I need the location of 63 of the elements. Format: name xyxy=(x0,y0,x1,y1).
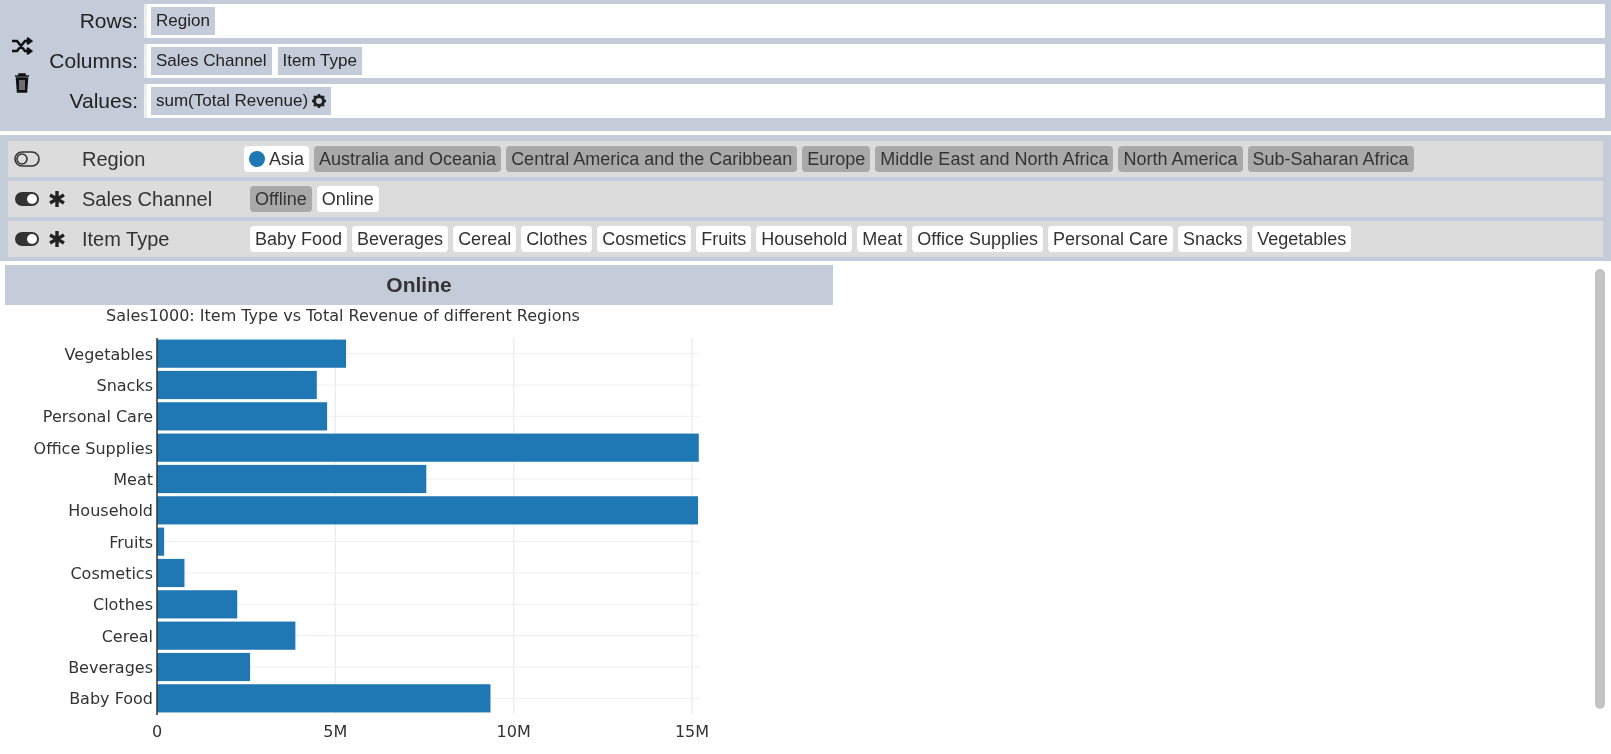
filter-chip[interactable]: Online xyxy=(316,186,379,212)
toggle-switch[interactable] xyxy=(14,231,40,247)
shelf-label: Values: xyxy=(68,88,139,115)
field-chip[interactable]: Region xyxy=(151,7,215,35)
filter-chip[interactable]: Personal Care xyxy=(1048,226,1174,252)
axis-label: Beverages xyxy=(68,658,153,677)
filter-chip[interactable]: Household xyxy=(756,226,853,252)
filter-chip[interactable]: Snacks xyxy=(1178,226,1248,252)
chart-title: Sales1000: Item Type vs Total Revenue of different Regions xyxy=(106,306,580,325)
filter-label: Item Type xyxy=(82,227,170,252)
toggle-switch[interactable] xyxy=(14,151,40,167)
tick-label: 15M xyxy=(674,722,710,741)
shuffle-icon[interactable] xyxy=(11,36,33,55)
shelf-label: Rows: xyxy=(78,8,139,35)
filter-chip[interactable]: Middle East and North Africa xyxy=(875,146,1114,172)
filter-chip[interactable]: Beverages xyxy=(352,226,449,252)
filter-chip[interactable]: Clothes xyxy=(521,226,593,252)
axis-label: Snacks xyxy=(96,376,153,395)
axis-label: Vegetables xyxy=(64,344,153,364)
panel-header: Online xyxy=(5,265,833,305)
filter-chip[interactable]: Cosmetics xyxy=(597,226,692,252)
filter-chip[interactable]: Vegetables xyxy=(1252,226,1352,252)
filter-chip[interactable]: Asia xyxy=(244,146,309,172)
filter-label: Region xyxy=(82,147,146,172)
field-chip[interactable]: sum(Total Revenue) xyxy=(151,87,332,115)
asterisk-icon[interactable] xyxy=(48,230,66,248)
trash-icon[interactable] xyxy=(14,72,30,93)
filter-label: Sales Channel xyxy=(82,187,213,212)
scrollbar[interactable] xyxy=(1595,269,1605,709)
axis-label: Office Supplies xyxy=(33,438,153,458)
filter-chip[interactable]: Europe xyxy=(802,146,871,172)
axis-label: Meat xyxy=(113,470,153,489)
bar xyxy=(157,527,165,556)
filter-chip[interactable]: Central America and the Caribbean xyxy=(506,146,798,172)
axis-label: Cereal xyxy=(101,626,153,646)
field-chip[interactable]: Item Type xyxy=(277,47,362,75)
filter-chip[interactable]: Australia and Oceania xyxy=(314,146,502,172)
toggle-switch[interactable] xyxy=(14,191,40,207)
filter-chip[interactable]: Baby Food xyxy=(250,226,348,252)
filter-chip[interactable]: North America xyxy=(1118,146,1243,172)
bar xyxy=(157,558,185,588)
asterisk-icon[interactable] xyxy=(48,190,66,208)
field-chip[interactable]: Sales Channel xyxy=(151,47,272,75)
axis-label: Household xyxy=(68,501,153,521)
shelf-drop-zone[interactable]: sum(Total Revenue) xyxy=(144,84,1605,118)
filter-chip[interactable]: Offline xyxy=(250,186,312,212)
tick-label: 5M xyxy=(323,722,348,741)
shelf-label: Columns: xyxy=(48,48,139,75)
tick-label: 0 xyxy=(151,722,163,741)
axis-label: Clothes xyxy=(93,595,153,615)
tick-label: 10M xyxy=(496,722,531,741)
gear-icon[interactable] xyxy=(312,94,327,108)
shelf-drop-zone[interactable]: Sales Channel Item Type xyxy=(144,44,1605,78)
filter-chip[interactable]: Office Supplies xyxy=(912,226,1044,252)
axis-label: Cosmetics xyxy=(70,564,153,583)
axis-label: Baby Food xyxy=(69,689,153,709)
axis-label: Personal Care xyxy=(42,407,153,427)
filter-chip[interactable]: Cereal xyxy=(453,226,517,252)
shelf-drop-zone[interactable]: Region xyxy=(144,4,1605,38)
filter-chip[interactable]: Sub-Saharan Africa xyxy=(1247,146,1414,172)
filter-chip[interactable]: Fruits xyxy=(696,226,752,252)
filter-chip[interactable]: Meat xyxy=(857,226,908,252)
axis-label: Fruits xyxy=(109,532,153,552)
